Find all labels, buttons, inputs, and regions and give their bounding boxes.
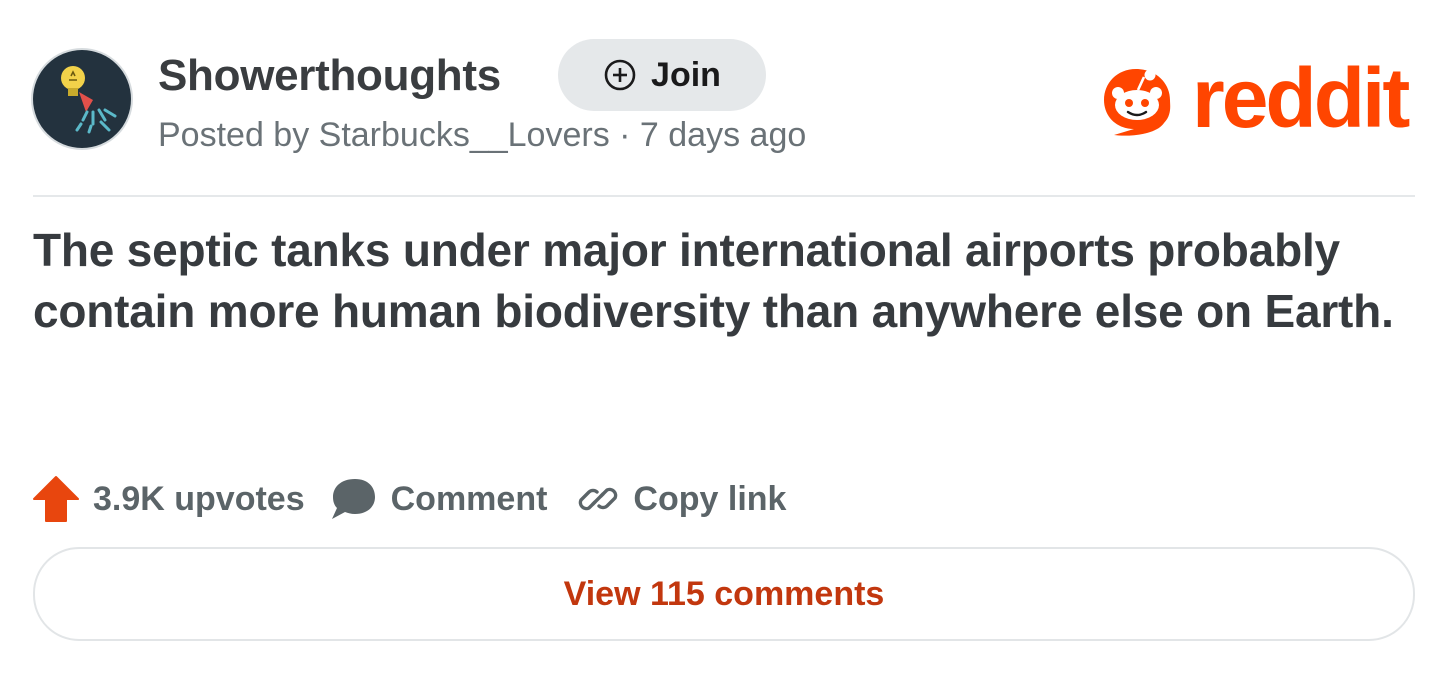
- upvote-button[interactable]: 3.9K upvotes: [33, 475, 305, 523]
- upvote-count: 3.9K upvotes: [93, 479, 305, 518]
- view-comments-label: View 115 comments: [563, 574, 885, 613]
- comment-bubble-icon: [331, 479, 375, 519]
- link-icon: [579, 487, 618, 511]
- post-actions: 3.9K upvotes Comment Copy link: [33, 474, 786, 524]
- subreddit-avatar[interactable]: [33, 50, 131, 148]
- copy-link-button[interactable]: Copy link: [577, 478, 786, 520]
- post-meta: Posted by Starbucks__Lovers · 7 days ago: [158, 116, 807, 154]
- comment-label: Comment: [390, 479, 548, 518]
- lightbulb-shower-icon: [61, 66, 117, 134]
- subreddit-name[interactable]: Showerthoughts: [158, 50, 501, 102]
- comment-button[interactable]: Comment: [329, 477, 548, 521]
- plus-circle-icon: [604, 59, 636, 91]
- copy-link-label: Copy link: [633, 479, 787, 518]
- view-comments-button[interactable]: View 115 comments: [33, 547, 1415, 641]
- post-title[interactable]: The septic tanks under major internation…: [33, 220, 1423, 342]
- join-button[interactable]: Join: [558, 39, 766, 111]
- reddit-snoo-icon: [1104, 69, 1171, 136]
- reddit-wordmark: reddit: [1192, 51, 1410, 145]
- reddit-logo[interactable]: reddit: [1100, 56, 1410, 140]
- join-label: Join: [651, 55, 721, 94]
- upvote-arrow-icon: [33, 476, 79, 522]
- header-divider: [33, 195, 1415, 197]
